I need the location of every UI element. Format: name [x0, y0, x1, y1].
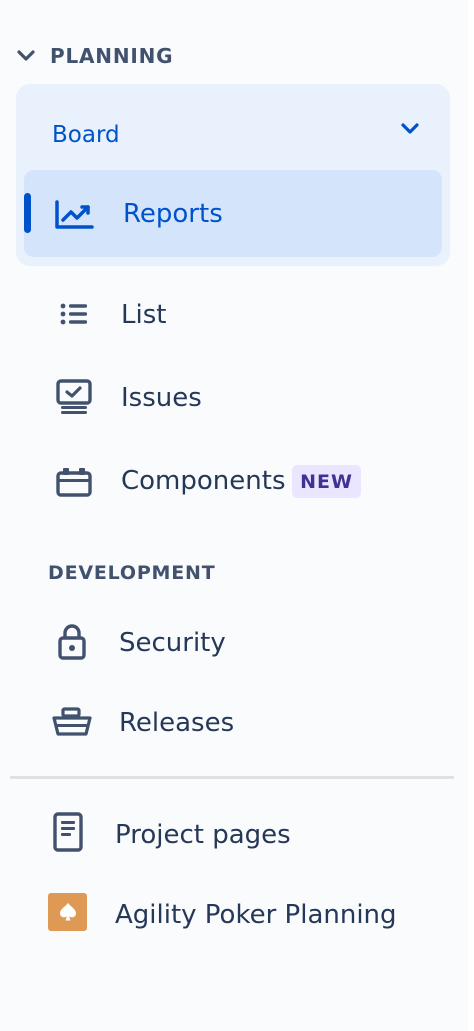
- sidebar-item-label: Issues: [121, 383, 202, 413]
- sidebar-item-label: Agility Poker Planning: [115, 900, 397, 930]
- sidebar-item-reports-row[interactable]: Reports: [0, 181, 460, 251]
- lock-icon: [52, 622, 92, 662]
- sidebar-item-label: Reports: [123, 199, 223, 229]
- sidebar-item-label: Security: [119, 628, 226, 658]
- scrollbar-track: [468, 0, 474, 1031]
- components-icon: [54, 462, 94, 502]
- planning-section-toggle[interactable]: PLANNING: [16, 38, 173, 74]
- sidebar-item-list[interactable]: List: [0, 280, 460, 350]
- chart-icon: [54, 195, 94, 235]
- sidebar-item-label: Releases: [119, 708, 235, 738]
- sidebar-item-label: Components: [121, 466, 286, 496]
- planning-section-title: PLANNING: [50, 44, 174, 68]
- sidebar-item-components[interactable]: Components: [0, 446, 460, 516]
- chevron-down-icon[interactable]: [400, 122, 420, 142]
- sidebar-item-label: List: [121, 300, 167, 330]
- spade-card-icon: [48, 893, 87, 931]
- sidebar-item-label: Project pages: [115, 820, 291, 850]
- board-label: Board: [52, 122, 120, 148]
- board-selector[interactable]: Board: [16, 84, 450, 170]
- sidebar-item-project-pages[interactable]: Project pages: [0, 798, 460, 868]
- divider: [10, 776, 454, 779]
- sidebar-item-security[interactable]: Security: [0, 608, 460, 678]
- new-badge: NEW: [292, 465, 361, 498]
- sidebar-item-issues[interactable]: Issues: [0, 363, 460, 433]
- project-sidebar: PLANNING Board Reports List Issues Compo…: [0, 0, 474, 1031]
- ship-icon: [52, 702, 92, 742]
- sidebar-item-releases[interactable]: Releases: [0, 688, 460, 758]
- list-icon: [54, 294, 94, 334]
- chevron-down-icon: [16, 46, 36, 66]
- page-icon: [48, 812, 88, 852]
- development-section-title: DEVELOPMENT: [48, 562, 216, 584]
- issues-icon: [54, 377, 94, 417]
